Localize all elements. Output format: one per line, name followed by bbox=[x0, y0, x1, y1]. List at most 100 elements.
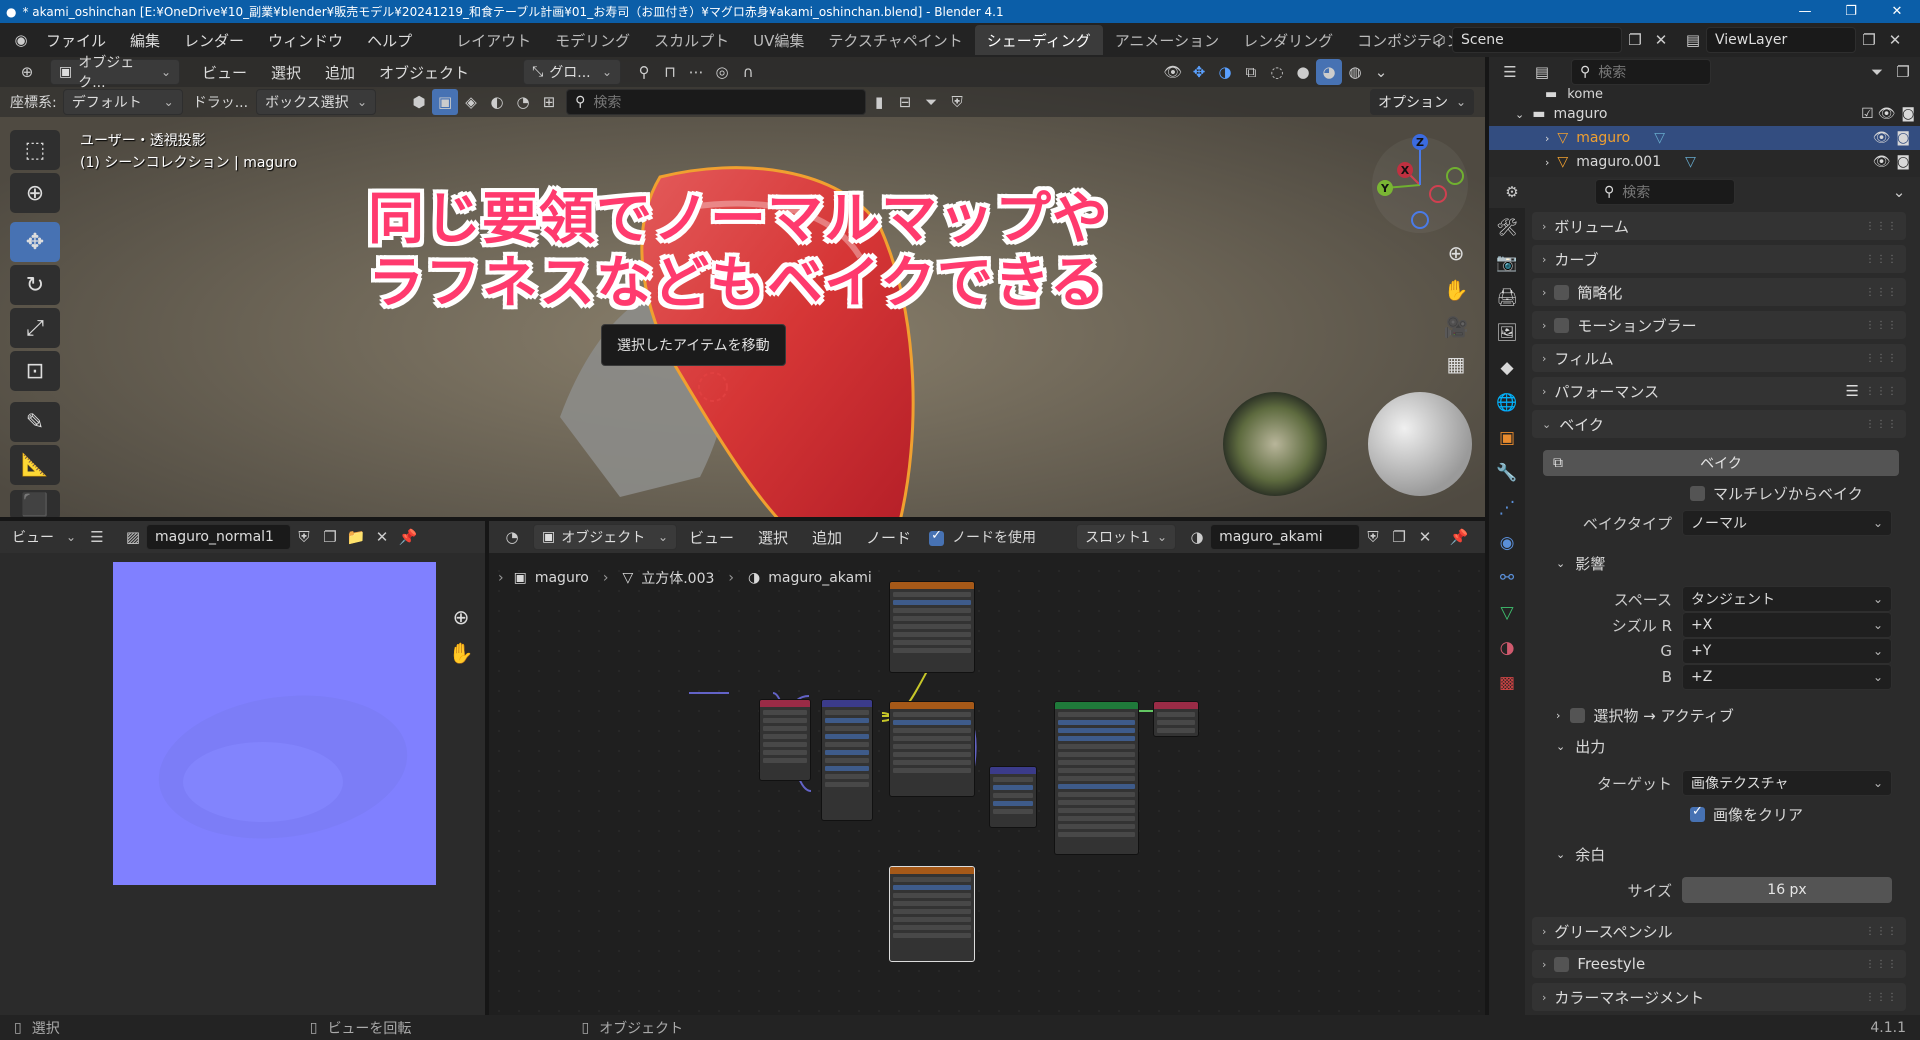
bookmark-icon[interactable]: ▮ bbox=[866, 89, 892, 115]
properties-search-input[interactable]: ⚲ 検索 bbox=[1595, 179, 1735, 205]
area-separator-vertical[interactable] bbox=[1485, 57, 1489, 1015]
pan-hand-icon[interactable]: ✋ bbox=[1438, 272, 1474, 308]
tab-animation[interactable]: アニメーション bbox=[1103, 25, 1231, 55]
options-dropdown[interactable]: オプション bbox=[1370, 89, 1474, 115]
panel-bake[interactable]: ⌄ ベイク ⋮⋮⋮ bbox=[1532, 410, 1906, 438]
outliner-row-kome[interactable]: ▬ kome bbox=[1545, 86, 1915, 102]
tool-tab-icon[interactable]: 🛠 bbox=[1489, 210, 1525, 245]
new-material-icon[interactable]: ❐ bbox=[1386, 524, 1412, 550]
image-browse-icon[interactable]: ▨ bbox=[120, 524, 146, 550]
minimize-icon[interactable]: — bbox=[1782, 0, 1828, 23]
navigation-gizmo[interactable]: X Y Z bbox=[1365, 130, 1475, 240]
properties-options-icon[interactable]: ⌄ bbox=[1886, 179, 1912, 205]
viewport-menu-view[interactable]: ビュー bbox=[190, 62, 259, 83]
outliner-filter-icon[interactable]: ⏷ bbox=[1864, 59, 1890, 85]
menu-file[interactable]: ファイル bbox=[34, 30, 118, 51]
image-zoom-icon[interactable]: ⊕ bbox=[443, 599, 479, 635]
space-dropdown[interactable]: タンジェント bbox=[1682, 586, 1892, 612]
target-dropdown[interactable]: 画像テクスチャ bbox=[1682, 770, 1892, 796]
outliner-row-maguro-001[interactable]: › ▽ maguro.001 ▽ 👁 ◙ bbox=[1489, 150, 1920, 174]
tab-modeling[interactable]: モデリング bbox=[543, 25, 642, 55]
select-box-tool-icon[interactable]: ⬚ bbox=[10, 130, 60, 170]
visibility-icon[interactable]: 👁 bbox=[1160, 59, 1186, 85]
snap-icon[interactable]: ⊓ bbox=[657, 59, 683, 85]
solid-shading-icon[interactable]: ● bbox=[1290, 59, 1316, 85]
node-texture-coordinate[interactable] bbox=[759, 699, 811, 781]
eye-icon[interactable]: 👁 bbox=[1878, 106, 1896, 122]
swizzle-g-dropdown[interactable]: +Y bbox=[1682, 638, 1892, 664]
tab-shading[interactable]: シェーディング bbox=[974, 25, 1103, 55]
collection-color-icon[interactable]: ⬢ bbox=[406, 89, 432, 115]
world-tab-icon[interactable]: 🌐 bbox=[1489, 385, 1525, 420]
scene-tab-icon[interactable]: ◆ bbox=[1489, 350, 1525, 385]
move-tool-icon[interactable]: ✥ bbox=[10, 222, 60, 262]
wireframe-shading-icon[interactable]: ◌ bbox=[1264, 59, 1290, 85]
display-mode-icon[interactable]: ▤ bbox=[1529, 59, 1555, 85]
node-mapping[interactable] bbox=[821, 699, 873, 821]
rendered-shading-icon[interactable]: ◍ bbox=[1342, 59, 1368, 85]
use-nodes-checkbox[interactable]: ノードを使用 bbox=[929, 527, 1036, 547]
filter-empty-icon[interactable]: ⊞ bbox=[536, 89, 562, 115]
new-scene-icon[interactable]: ❐ bbox=[1622, 27, 1648, 53]
slot-dropdown[interactable]: スロット1 bbox=[1076, 524, 1177, 550]
measure-tool-icon[interactable]: 📐 bbox=[10, 445, 60, 485]
camera-view-icon[interactable]: 🎥 bbox=[1438, 309, 1474, 345]
multires-checkbox[interactable]: マルチレゾからベイク bbox=[1532, 480, 1906, 506]
panel-simplify[interactable]: › 簡略化 ⋮⋮⋮ bbox=[1532, 278, 1906, 306]
outliner-type-icon[interactable]: ☰ bbox=[1497, 59, 1523, 85]
viewport-menu-add[interactable]: 追加 bbox=[313, 62, 367, 83]
maximize-icon[interactable]: ❐ bbox=[1828, 0, 1874, 23]
delete-viewlayer-icon[interactable]: ✕ bbox=[1882, 27, 1908, 53]
eye-icon[interactable]: 👁 bbox=[1873, 130, 1891, 146]
node-menu-view[interactable]: ビュー bbox=[677, 527, 746, 548]
node-principled-bsdf[interactable] bbox=[1054, 701, 1139, 855]
pivot-icon[interactable]: ⚲ bbox=[631, 59, 657, 85]
bake-type-dropdown[interactable]: ノーマル bbox=[1682, 510, 1892, 536]
outliner[interactable]: ☰ ▤ ⚲ 検索 ⏷ ❐ ▬ kome ⌄ ▬ maguro ☑ 👁 ◙ › ▽ maguro ▽… bbox=[1489, 57, 1920, 177]
list-icon[interactable]: ☰ bbox=[1846, 382, 1859, 400]
selected-to-active-subpanel[interactable]: › 選択物 → アクティブ bbox=[1532, 702, 1906, 728]
falloff-icon[interactable]: ∩ bbox=[735, 59, 761, 85]
scene-field[interactable]: Scene bbox=[1452, 27, 1622, 53]
render-tab-icon[interactable]: 📷 bbox=[1489, 245, 1525, 280]
camera-icon[interactable]: ◙ bbox=[1896, 130, 1910, 146]
material-name-field[interactable]: maguro_akami bbox=[1210, 524, 1361, 550]
zoom-icon[interactable]: ⊕ bbox=[1438, 235, 1474, 271]
scene-icon[interactable]: ⬡ bbox=[1426, 27, 1452, 53]
shading-options-icon[interactable]: ⌄ bbox=[1368, 59, 1394, 85]
shield-icon[interactable]: ⛨ bbox=[944, 89, 970, 115]
panel-volume[interactable]: › ボリューム ⋮⋮⋮ bbox=[1532, 212, 1906, 240]
filter-curve-icon[interactable]: ◈ bbox=[458, 89, 484, 115]
bake-button[interactable]: ⧉ ベイク bbox=[1543, 450, 1899, 476]
menu-edit[interactable]: 編集 bbox=[118, 30, 172, 51]
viewlayer-field[interactable]: ViewLayer bbox=[1706, 27, 1856, 53]
material-shading-icon[interactable]: ◕ bbox=[1316, 59, 1342, 85]
outliner-row-maguro-collection[interactable]: ⌄ ▬ maguro ☑ 👁 ◙ bbox=[1515, 102, 1915, 126]
cursor-tool-icon[interactable]: ⊕ bbox=[10, 173, 60, 213]
overlay-toggle-icon[interactable]: ◑ bbox=[1212, 59, 1238, 85]
perspective-grid-icon[interactable]: ▦ bbox=[1438, 346, 1474, 382]
node-editor-type-icon[interactable]: ◔ bbox=[499, 524, 525, 550]
swizzle-b-dropdown[interactable]: +Z bbox=[1682, 664, 1892, 690]
viewlayer-icon[interactable]: ▤ bbox=[1680, 27, 1706, 53]
panel-freestyle[interactable]: › Freestyle ⋮⋮⋮ bbox=[1532, 950, 1906, 978]
panel-color-management[interactable]: › カラーマネージメント ⋮⋮⋮ bbox=[1532, 983, 1906, 1011]
image-editor[interactable]: ⊕ ✋ bbox=[0, 521, 485, 1015]
add-cube-tool-icon[interactable]: ⬛ bbox=[10, 490, 60, 520]
tab-texture-paint[interactable]: テクスチャペイント bbox=[816, 25, 974, 55]
eye-icon[interactable]: 👁 bbox=[1873, 154, 1891, 170]
viewport-menu-object[interactable]: オブジェクト bbox=[367, 62, 481, 83]
fake-user-shield-icon[interactable]: ⛨ bbox=[291, 524, 317, 550]
node-material-output[interactable] bbox=[1153, 701, 1199, 737]
filter-camera-icon[interactable]: ◔ bbox=[510, 89, 536, 115]
particles-tab-icon[interactable]: ⋰ bbox=[1489, 490, 1525, 525]
node-menu-select[interactable]: 選択 bbox=[746, 527, 800, 548]
node-image-texture-bake-target[interactable] bbox=[889, 866, 975, 962]
node-editor[interactable] bbox=[489, 521, 1485, 1015]
menu-render[interactable]: レンダー bbox=[172, 30, 256, 51]
menu-help[interactable]: ヘルプ bbox=[355, 30, 424, 51]
data-tab-icon[interactable]: ▽ bbox=[1489, 595, 1525, 630]
physics-tab-icon[interactable]: ◉ bbox=[1489, 525, 1525, 560]
constraints-tab-icon[interactable]: ⚯ bbox=[1489, 560, 1525, 595]
snap-target-icon[interactable]: ⋯ bbox=[683, 59, 709, 85]
